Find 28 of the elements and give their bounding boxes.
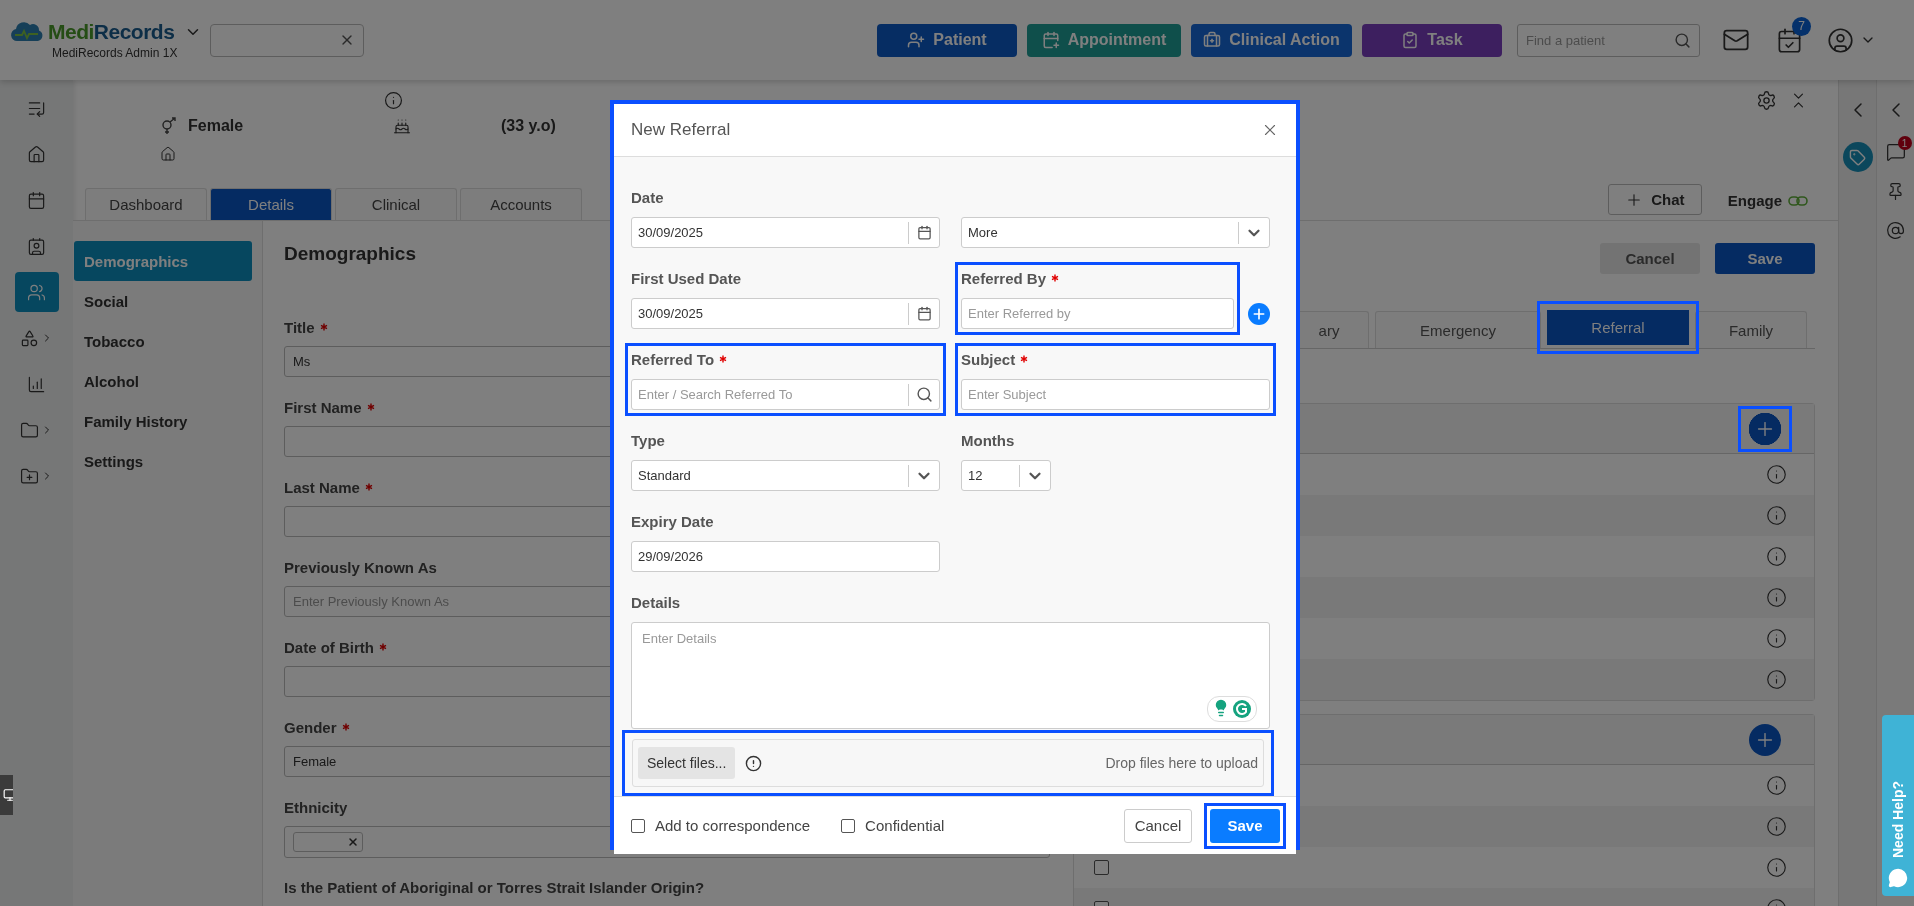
field-label: Title [284,318,315,336]
field-label: Ethnicity [284,798,348,816]
checkbox-label: Confidential [865,817,945,834]
field-label: Details [631,593,681,611]
field-label: First Name [284,398,362,416]
field-label: Previously Known As [284,558,437,576]
dialog-title: New Referral [631,120,731,140]
age-text: (33 y.o) [501,117,556,135]
field-label: Date of Birth [284,638,374,656]
drop-hint: Drop files here to upload [1105,755,1258,771]
field-label: First Used Date [631,269,742,287]
field-label: Date [631,188,664,206]
field-label: Expiry Date [631,512,714,530]
field-label: Type [631,431,665,449]
field-label: Gender [284,718,337,736]
count-badge: 1 [1897,136,1912,150]
gender-text: Female [188,117,245,135]
checkbox-label: Add to correspondence [655,817,811,834]
section-heading: Demographics [284,243,417,266]
field-label: Referred To [631,350,715,368]
brand-name: MediRecords [48,20,175,44]
count-badge: 7 [1792,16,1811,36]
account-name: MediRecords Admin 1X [52,46,178,60]
question-label: Is the Patient of Aboriginal or Torres Strait Islander Origin? [284,879,705,897]
field-label: Referred By [961,269,1047,287]
field-label: Subject [961,350,1016,368]
field-label: Last Name [284,478,360,496]
field-label: Months [961,431,1015,449]
